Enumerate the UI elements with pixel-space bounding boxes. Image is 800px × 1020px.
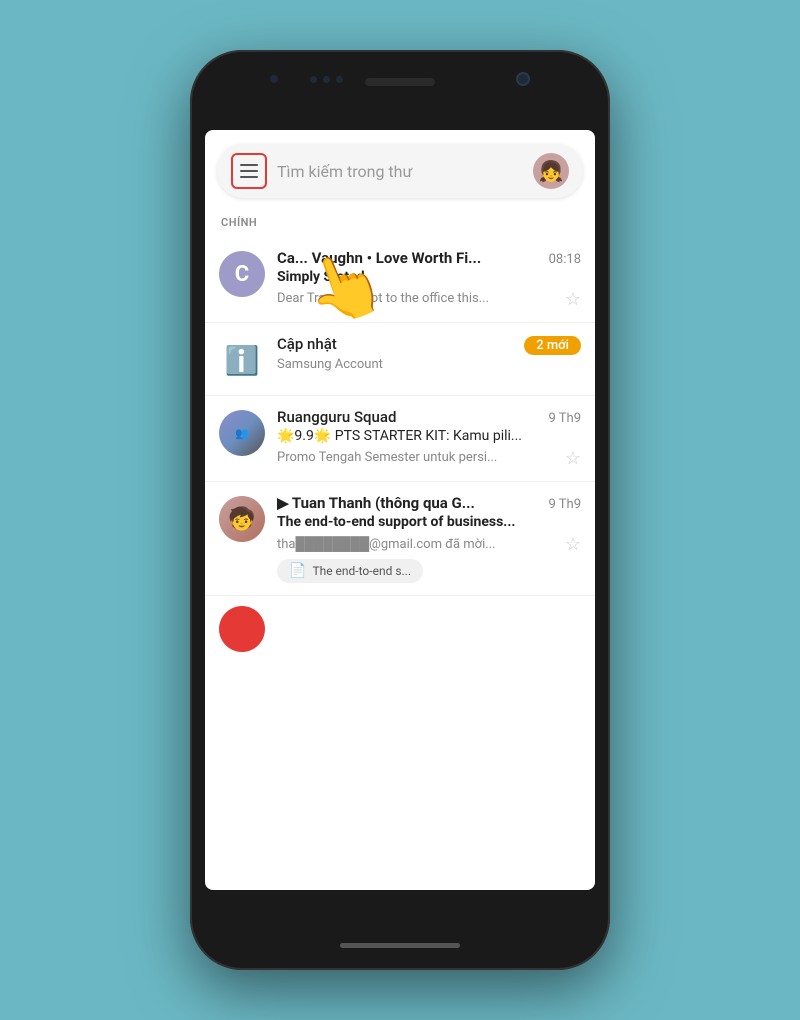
email-content-4: ▶ Tuan Thanh (thông qua G... 9 Th9 The e… xyxy=(277,494,581,583)
front-sensor xyxy=(270,75,278,83)
email-sender-4: ▶ Tuan Thanh (thông qua G... xyxy=(277,494,475,512)
group-photo: 👥 xyxy=(219,410,265,456)
star-icon-4[interactable]: ☆ xyxy=(565,534,581,555)
email-time-1: 08:18 xyxy=(549,252,581,267)
email-subject-4: The end-to-end support of business... xyxy=(277,514,581,530)
front-camera xyxy=(516,72,530,86)
search-bar[interactable]: Tìm kiếm trong thư 👧 xyxy=(217,144,583,198)
phone-screen: Tìm kiếm trong thư 👧 👆 CHÍNH C Ca... Vau… xyxy=(205,130,595,890)
email-header-2: Cập nhật 2 mới xyxy=(277,335,581,355)
dot-1 xyxy=(310,76,317,83)
dot-2 xyxy=(323,76,330,83)
dot-3 xyxy=(336,76,343,83)
email-time-4: 9 Th9 xyxy=(549,497,582,512)
email-avatar-3: 👥 xyxy=(219,410,265,456)
home-indicator[interactable] xyxy=(340,943,460,948)
phone-top-bar xyxy=(190,50,610,130)
attachment-chip-4[interactable]: 📄 The end-to-end s... xyxy=(277,559,423,583)
user-avatar[interactable]: 👧 xyxy=(533,153,569,189)
email-sender-1: Ca... Vaughn • Love Worth Fi... xyxy=(277,249,481,267)
dots-sensors xyxy=(310,76,343,83)
email-item-3[interactable]: 👥 Ruangguru Squad 9 Th9 🌟9.9🌟 PTS STARTE… xyxy=(205,396,595,482)
star-icon-1[interactable]: ☆ xyxy=(565,289,581,310)
earpiece-speaker xyxy=(365,78,435,86)
email-avatar-2: ℹ️ xyxy=(219,337,265,383)
hamburger-icon xyxy=(240,164,258,178)
email-item-1[interactable]: C Ca... Vaughn • Love Worth Fi... 08:18 … xyxy=(205,237,595,323)
section-label-chinh: CHÍNH xyxy=(205,212,595,237)
star-icon-3[interactable]: ☆ xyxy=(565,448,581,469)
email-sub-sender-2: Samsung Account xyxy=(277,357,537,372)
email-preview-4: tha████████@gmail.com đã mời... xyxy=(277,536,496,552)
email-preview-3: Promo Tengah Semester untuk persi... xyxy=(277,450,497,465)
email-sender-2: Cập nhật xyxy=(277,335,337,353)
partial-email-item[interactable] xyxy=(205,596,595,662)
email-header-3: Ruangguru Squad 9 Th9 xyxy=(277,408,581,426)
chip-text: The end-to-end s... xyxy=(312,564,411,578)
email-subject-1: Simply Stated xyxy=(277,269,581,285)
partial-avatar xyxy=(219,606,265,652)
email-subject-3: 🌟9.9🌟 PTS STARTER KIT: Kamu pili... xyxy=(277,428,581,444)
email-sender-3: Ruangguru Squad xyxy=(277,408,396,426)
email-time-3: 9 Th9 xyxy=(549,411,582,426)
email-content-1: Ca... Vaughn • Love Worth Fi... 08:18 Si… xyxy=(277,249,581,310)
email-content-3: Ruangguru Squad 9 Th9 🌟9.9🌟 PTS STARTER … xyxy=(277,408,581,469)
phone-frame: Tìm kiếm trong thư 👧 👆 CHÍNH C Ca... Vau… xyxy=(190,50,610,970)
email-item-2[interactable]: ℹ️ Cập nhật 2 mới Samsung Account xyxy=(205,323,595,396)
email-item-4[interactable]: 🧒 ▶ Tuan Thanh (thông qua G... 9 Th9 The… xyxy=(205,482,595,596)
email-preview-1: Dear Tran, As I got to the office this..… xyxy=(277,291,489,306)
email-avatar-1: C xyxy=(219,251,265,297)
email-avatar-4: 🧒 xyxy=(219,496,265,542)
tuan-photo: 🧒 xyxy=(219,496,265,542)
email-header-4: ▶ Tuan Thanh (thông qua G... 9 Th9 xyxy=(277,494,581,512)
menu-button[interactable] xyxy=(231,153,267,189)
email-header-1: Ca... Vaughn • Love Worth Fi... 08:18 xyxy=(277,249,581,267)
new-badge-2: 2 mới xyxy=(524,336,581,355)
phone-bottom-bar xyxy=(190,920,610,970)
search-placeholder[interactable]: Tìm kiếm trong thư xyxy=(277,162,533,181)
email-content-2: Cập nhật 2 mới Samsung Account xyxy=(277,335,581,372)
doc-icon: 📄 xyxy=(289,563,306,579)
